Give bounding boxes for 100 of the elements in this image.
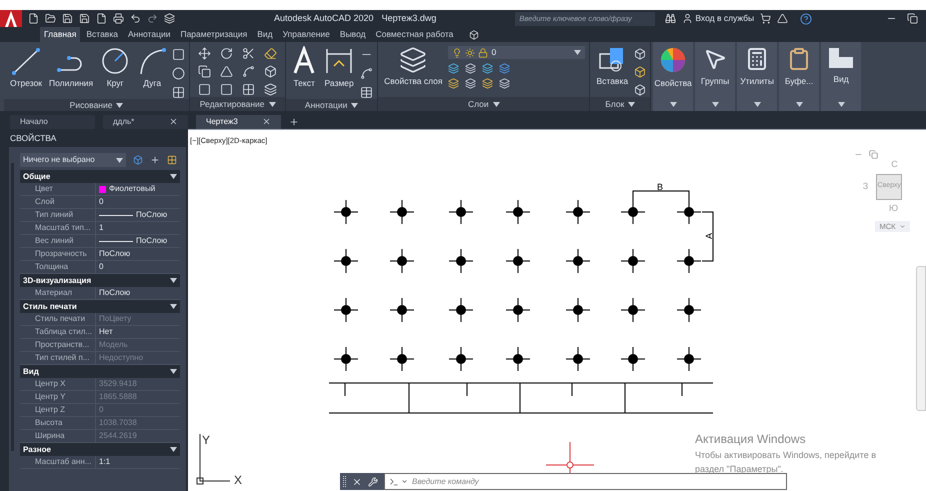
restore-icon[interactable]	[907, 13, 918, 24]
layer-tool-icon[interactable]	[482, 78, 494, 89]
ribbon-tab[interactable]: Вставка	[82, 27, 122, 42]
grip-handle[interactable]	[343, 476, 346, 487]
section-header[interactable]: Разное	[20, 443, 180, 456]
collapsed-panel-button[interactable]: Группы	[695, 42, 736, 97]
toggle-pickadd-icon[interactable]	[133, 155, 143, 165]
column-marker	[390, 298, 414, 322]
ribbon-tab[interactable]: Параметризация	[176, 27, 252, 42]
table-icon[interactable]	[360, 86, 374, 99]
ribbon-tool[interactable]: Размер	[322, 46, 356, 88]
ribbon-tool[interactable]: Вставка	[594, 46, 630, 86]
section-header[interactable]: Общие	[20, 170, 180, 183]
selection-dropdown[interactable]: Ничего не выбрано	[20, 153, 126, 167]
ribbon-tab[interactable]: Управление	[278, 27, 334, 42]
layer-tool-icon[interactable]	[448, 63, 460, 74]
open-folder-icon[interactable]	[45, 13, 56, 24]
command-input[interactable]: Введите команду	[408, 476, 786, 488]
cart-icon[interactable]	[760, 13, 772, 24]
column-marker	[448, 346, 474, 372]
quick-select-icon[interactable]	[167, 155, 177, 165]
lightbulb-icon[interactable]	[452, 48, 462, 58]
section-header[interactable]: Вид	[20, 365, 180, 378]
fillet-icon[interactable]	[242, 65, 256, 78]
layer-tool-icon[interactable]	[499, 63, 510, 74]
close-icon[interactable]	[262, 117, 271, 126]
caret-icon	[796, 102, 803, 106]
print-icon[interactable]	[113, 13, 124, 24]
command-line-field[interactable]: Введите команду	[384, 473, 787, 490]
ribbon-tool[interactable]: Отрезок	[8, 46, 44, 88]
file-tab[interactable]: Начало	[10, 114, 95, 128]
caret-icon	[116, 102, 124, 108]
column-marker	[334, 248, 358, 274]
ribbon-tool[interactable]: Круг	[98, 46, 132, 88]
wrench-icon[interactable]	[368, 476, 378, 486]
user-icon[interactable]	[682, 13, 694, 24]
property-value: ПоСлою	[136, 209, 168, 221]
save-icon[interactable]	[62, 13, 73, 24]
property-label: Масштаб тип...	[20, 222, 96, 234]
column-marker	[334, 298, 358, 322]
redo-icon[interactable]	[147, 13, 158, 24]
rectangle-icon[interactable]	[172, 48, 186, 61]
move-icon[interactable]	[198, 47, 212, 60]
close-icon[interactable]	[169, 117, 178, 126]
trim-icon[interactable]	[242, 47, 256, 60]
help-icon[interactable]	[800, 12, 812, 24]
collapsed-panel-button[interactable]: Свойства	[653, 42, 694, 97]
layer-tool-icon[interactable]	[482, 63, 494, 74]
lock-icon[interactable]	[478, 48, 488, 58]
ribbon-tool[interactable]: Полилиния	[47, 46, 96, 88]
grid-icon[interactable]	[242, 83, 256, 96]
layers-icon	[399, 46, 428, 74]
ribbon-tab[interactable]: Вывод	[336, 27, 370, 42]
ribbon-tab[interactable]: Совместная работа	[372, 27, 458, 42]
layer-tool-icon[interactable]	[465, 63, 476, 74]
file-tab[interactable]: ддль*	[103, 114, 188, 128]
app-menu-button[interactable]	[0, 10, 22, 27]
layer-tool-icon[interactable]	[499, 78, 510, 89]
property-label: Центр X	[20, 378, 96, 390]
layer-tool-icon[interactable]	[448, 78, 460, 89]
section-header[interactable]: Стиль печати	[20, 300, 180, 313]
collapsed-panel-button[interactable]: Буфе...	[779, 42, 820, 97]
search-icon[interactable]	[665, 13, 676, 24]
rotate-icon[interactable]	[220, 47, 234, 60]
caret-icon	[898, 223, 906, 230]
panel-title[interactable]: Слои	[468, 100, 489, 108]
leader-icon[interactable]	[360, 67, 374, 80]
copy-icon[interactable]	[198, 65, 212, 78]
file-name: Чертеж3.dwg	[382, 12, 436, 25]
new-file-icon[interactable]	[28, 13, 39, 24]
ribbon-tab[interactable]: Главная	[40, 27, 80, 42]
layer-tool-icon[interactable]	[465, 78, 476, 89]
maximize-viewport-icon[interactable]	[869, 150, 878, 159]
collapsed-panel-button[interactable]: Утилиты	[737, 42, 778, 97]
caret-icon[interactable]	[401, 478, 408, 485]
eraser-icon[interactable]	[264, 47, 278, 60]
panel-title[interactable]: Рисование	[70, 100, 112, 110]
select-objects-icon[interactable]	[150, 155, 160, 165]
save-as-icon[interactable]	[79, 13, 90, 24]
new-tab-icon[interactable]	[289, 116, 299, 126]
column-marker	[676, 248, 702, 274]
caret-icon	[170, 278, 177, 283]
ribbon-tool[interactable]: Текст	[290, 46, 318, 88]
terminal-icon[interactable]	[389, 476, 399, 486]
ribbon-tab[interactable]: Аннотации	[124, 27, 174, 42]
layer-dropdown[interactable]: 0	[448, 46, 586, 59]
column-marker	[448, 248, 474, 274]
ribbon-tab[interactable]: Вид	[253, 27, 277, 42]
collapsed-panel-button[interactable]: Вид	[821, 42, 862, 97]
file-tab[interactable]: Чертеж3	[196, 114, 281, 128]
section-header[interactable]: 3D-визуализация	[20, 274, 180, 287]
column-marker	[390, 248, 414, 274]
close-icon[interactable]	[352, 476, 362, 486]
ribbon-tool[interactable]: Свойства слоя	[382, 46, 444, 86]
undo-icon[interactable]	[130, 13, 141, 24]
caret-icon	[351, 102, 358, 108]
ribbon-tool[interactable]: Дуга	[135, 46, 170, 88]
property-value: Фиолетовый	[109, 183, 156, 195]
ellipse-icon[interactable]	[172, 67, 186, 80]
sign-in-button[interactable]: Вход в службы	[695, 12, 754, 25]
